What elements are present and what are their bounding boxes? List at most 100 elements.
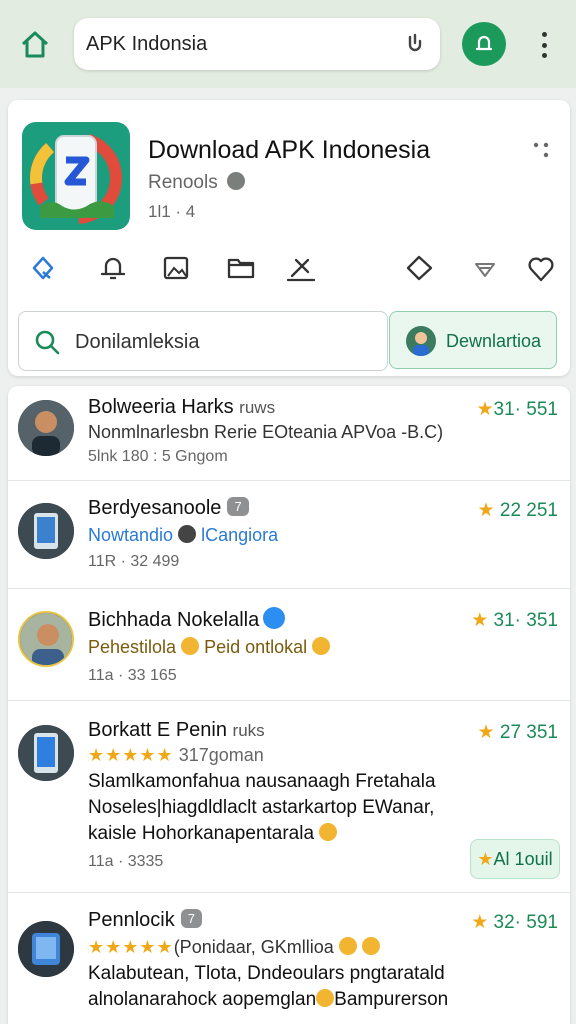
filter-icon[interactable]	[470, 250, 500, 286]
row-subtitle: Nowtandio lCangiora	[88, 525, 278, 546]
browser-toolbar: APK Indonsia	[0, 0, 576, 88]
star-icon: ★	[471, 610, 489, 631]
more-vert-icon[interactable]	[534, 28, 554, 62]
bell-icon[interactable]	[98, 250, 128, 286]
rating-stars-icon: ★★★★★	[88, 745, 174, 765]
row-name: Bichhada Nokelalla	[88, 609, 260, 631]
row-meta: 11a · 33 165	[88, 667, 177, 684]
avatar	[18, 921, 74, 977]
row-name: Berdyesanoole	[88, 497, 222, 519]
home-icon[interactable]	[18, 28, 52, 62]
emoji-icon	[338, 937, 357, 955]
card-more-icon[interactable]	[532, 140, 550, 160]
row-subtitle-a: Pehestilola	[88, 637, 177, 657]
row-rating: ★ 32· 591	[471, 911, 558, 934]
star-icon: ★	[477, 722, 495, 743]
row-title: Pennlocik 7	[88, 909, 202, 932]
row-stars: ★★★★★ 317goman	[88, 745, 264, 766]
row-rating-value: 22 251	[499, 500, 558, 521]
row-rating-value: 31· 351	[493, 610, 558, 631]
avatar	[406, 326, 436, 356]
row-rating: ★ 27 351	[478, 721, 558, 744]
rating-stars-icon: ★★★★★	[88, 937, 174, 957]
row-rating-value: 32· 591	[493, 912, 558, 933]
emoji-icon	[181, 637, 200, 655]
row-desc-text: kaisle Hohorkanapentarala	[88, 823, 315, 844]
row-desc-line: Slamlkamonfahua nausanaagh Fretahala	[88, 771, 436, 792]
verified-icon	[263, 607, 286, 629]
row-meta: 5lnk 180 : 5 Gngom	[88, 448, 228, 465]
folder-icon[interactable]	[226, 250, 256, 286]
row-name: Pennlocik	[88, 909, 175, 931]
emoji-icon	[361, 937, 380, 955]
row-meta: 11R · 32 499	[88, 553, 180, 570]
star-icon: ★	[477, 848, 494, 869]
row-stars-label: (Ponidaar, GKmllioa	[173, 937, 334, 957]
profile-icon[interactable]	[462, 22, 506, 66]
ai-badge[interactable]: ★ Al 1ouil	[470, 839, 560, 879]
row-description: Kalabutean, Tlota, Dndeoulars pngtaratal…	[88, 961, 448, 1013]
row-description: Slamlkamonfahua nausanaagh Fretahala Nos…	[88, 769, 436, 847]
row-subtitle-b: lCangiora	[201, 525, 279, 545]
app-logo-icon[interactable]	[22, 122, 130, 230]
download-button[interactable]: Dewnlartioa	[389, 311, 557, 369]
row-rating: ★31· 551	[477, 398, 559, 421]
row-subtitle-b: Peid ontlokal	[204, 637, 308, 657]
download-label: Dewnlartioa	[446, 331, 542, 351]
mic-icon[interactable]	[402, 31, 428, 57]
list-item[interactable]: Borkatt E Penin ruks ★ 27 351 ★★★★★ 317g…	[8, 701, 570, 893]
row-rating: ★ 22 251	[478, 499, 558, 522]
row-desc-line: kaisle Hohorkanapentarala	[88, 821, 436, 847]
row-subtitle: Nonmlnarlesbn Rerie EOteania APVoa -B.C)	[88, 422, 444, 442]
row-stars: ★★★★★(Ponidaar, GKmllioa	[88, 937, 380, 958]
image-icon[interactable]	[162, 250, 192, 286]
edit-icon[interactable]	[286, 250, 316, 286]
search-input[interactable]: Donilamleksia	[18, 311, 388, 371]
row-desc-text: alnolanarahock aopemglan	[88, 989, 317, 1010]
avatar	[18, 611, 74, 667]
count-badge: 7	[180, 909, 202, 928]
emoji-icon	[178, 525, 197, 543]
url-bar[interactable]: APK Indonsia	[74, 18, 440, 70]
emoji-icon	[312, 637, 331, 655]
list-item[interactable]: Berdyesanoole 7 ★ 22 251 Nowtandio lCangi…	[8, 481, 570, 589]
emoji-icon	[319, 823, 338, 841]
heart-icon[interactable]	[526, 250, 556, 286]
row-rating-value: 27 351	[499, 722, 558, 743]
action-bar	[8, 250, 570, 294]
avatar	[18, 400, 74, 456]
row-name: Bolweeria Harks	[88, 396, 234, 418]
row-title: Berdyesanoole 7	[88, 497, 249, 520]
star-icon: ★	[477, 500, 495, 521]
star-icon: ★	[476, 399, 494, 420]
row-name: Borkatt E Penin	[88, 719, 227, 741]
avatar	[18, 503, 74, 559]
results-list: Bolweeria Harks ruws ★31· 551 Nonmlnarle…	[8, 386, 570, 1024]
search-icon	[33, 328, 61, 356]
star-icon: ★	[471, 912, 489, 933]
app-developer: Renools	[148, 172, 245, 194]
tag-icon[interactable]	[404, 250, 434, 286]
url-text: APK Indonsia	[86, 33, 208, 55]
search-text: Donilamleksia	[75, 331, 200, 353]
list-item[interactable]: Bolweeria Harks ruws ★31· 551 Nonmlnarle…	[8, 386, 570, 481]
globe-icon	[227, 172, 245, 190]
row-title: Borkatt E Penin ruks	[88, 719, 265, 742]
row-title: Bolweeria Harks ruws	[88, 396, 275, 419]
row-tag: ruks	[232, 721, 265, 740]
row-stars-label: 317goman	[178, 745, 264, 765]
avatar	[18, 725, 74, 781]
list-item[interactable]: Pennlocik 7 ★ 32· 591 ★★★★★(Ponidaar, GKm…	[8, 893, 570, 1024]
row-meta: 11a · 3335	[88, 853, 164, 870]
row-rating-value: 31· 551	[493, 399, 558, 420]
list-item[interactable]: Bichhada Nokelalla ★ 31· 351 Pehestilola…	[8, 589, 570, 701]
row-rating: ★ 31· 351	[471, 609, 558, 632]
row-desc-line: alnolanarahock aopemglan Bampurerson	[88, 987, 448, 1013]
row-subtitle-a: Nowtandio	[88, 525, 174, 545]
share-icon[interactable]	[28, 250, 58, 286]
row-subtitle: Pehestilola Peid ontlokal	[88, 637, 331, 658]
ai-badge-label: Al 1ouil	[493, 848, 553, 869]
row-desc-line: Kalabutean, Tlota, Dndeoulars pngtaratal…	[88, 963, 445, 984]
emoji-icon	[316, 989, 335, 1007]
app-meta: 1l1 · 4	[148, 202, 196, 221]
